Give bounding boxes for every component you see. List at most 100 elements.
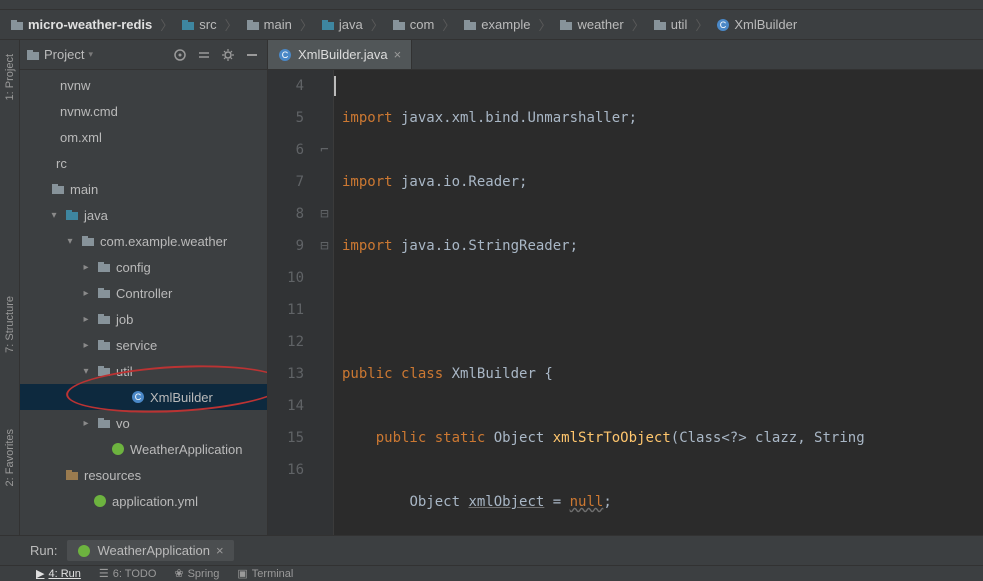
caret-icon (334, 76, 336, 96)
resources-folder-icon (64, 467, 80, 483)
expand-arrow-icon[interactable]: ▾ (64, 236, 76, 247)
chevron-right-icon: 〉 (371, 15, 384, 34)
package-icon (653, 18, 667, 32)
chevron-right-icon: 〉 (300, 15, 313, 34)
expand-arrow-icon[interactable]: ▾ (48, 210, 60, 221)
target-icon[interactable] (171, 46, 189, 64)
tree-folder[interactable]: rc (20, 150, 267, 176)
expand-arrow-icon[interactable]: ▾ (80, 366, 92, 377)
expand-arrow-icon[interactable]: ▸ (80, 340, 92, 351)
breadcrumb-class[interactable]: C XmlBuilder (712, 15, 801, 34)
run-config-tab[interactable]: WeatherApplication × (67, 540, 233, 561)
left-tool-stripe: 1: Project 7: Structure 2: Favorites (0, 40, 20, 535)
editor-tab-xmlbuilder[interactable]: C XmlBuilder.java × (268, 40, 412, 69)
tree-package-util[interactable]: ▾util (20, 358, 267, 384)
tree-file[interactable]: nvnw.cmd (20, 98, 267, 124)
fold-end-icon[interactable]: ⌐ (316, 134, 333, 166)
tree-package[interactable]: ▸service (20, 332, 267, 358)
svg-text:C: C (720, 20, 727, 30)
package-icon (96, 259, 112, 275)
package-icon (96, 337, 112, 353)
chevron-right-icon: 〉 (632, 15, 645, 34)
tree-file[interactable]: om.xml (20, 124, 267, 150)
breadcrumb-project[interactable]: micro-weather-redis (6, 15, 156, 34)
chevron-right-icon: 〉 (442, 15, 455, 34)
tree-class[interactable]: WeatherApplication (20, 436, 267, 462)
editor-area: C XmlBuilder.java × 4 5 6 7 8 9 10 11 12… (268, 40, 983, 535)
tree-folder[interactable]: ▾java (20, 202, 267, 228)
close-icon[interactable]: × (394, 47, 402, 62)
package-icon (80, 233, 96, 249)
bottom-tab-spring[interactable]: ❀Spring (174, 567, 219, 580)
breadcrumb-util[interactable]: util (649, 15, 692, 34)
breadcrumb: micro-weather-redis 〉 src 〉 main 〉 java … (0, 10, 983, 40)
project-tree[interactable]: nvnw nvnw.cmd om.xml rc main ▾java ▾com.… (20, 70, 267, 535)
project-title[interactable]: Project ▾ (26, 47, 165, 62)
fold-icon[interactable]: ⊟ (316, 230, 333, 262)
terminal-icon: ▣ (237, 567, 247, 580)
fold-gutter[interactable]: ⌐ ⊟ ⊟ (316, 70, 334, 535)
spring-class-icon (110, 441, 126, 457)
bottom-tab-terminal[interactable]: ▣Terminal (237, 567, 293, 580)
close-icon[interactable]: × (216, 543, 224, 558)
svg-text:C: C (282, 50, 289, 60)
code-text[interactable]: import javax.xml.bind.Unmarshaller; impo… (334, 70, 983, 535)
chevron-right-icon: 〉 (160, 15, 173, 34)
package-icon (96, 285, 112, 301)
editor-tabs: C XmlBuilder.java × (268, 40, 983, 70)
play-icon: ▶ (36, 567, 44, 580)
expand-arrow-icon[interactable]: ▸ (80, 262, 92, 273)
tree-package[interactable]: ▸Controller (20, 280, 267, 306)
run-toolwindow-header: Run: WeatherApplication × (0, 535, 983, 565)
folder-icon (246, 18, 260, 32)
tree-file[interactable]: nvnw (20, 72, 267, 98)
tool-tab-project[interactable]: 1: Project (2, 48, 18, 106)
folder-icon (50, 181, 66, 197)
tree-file[interactable]: application.yml (20, 488, 267, 514)
breadcrumb-weather[interactable]: weather (555, 15, 627, 34)
class-icon: C (278, 48, 292, 62)
folder-icon (36, 155, 52, 171)
expand-arrow-icon[interactable]: ▸ (80, 418, 92, 429)
breadcrumb-example[interactable]: example (459, 15, 534, 34)
package-icon (392, 18, 406, 32)
code-editor[interactable]: 4 5 6 7 8 9 10 11 12 13 14 15 16 ⌐ ⊟ ⊟ (268, 70, 983, 535)
collapse-icon[interactable] (195, 46, 213, 64)
dropdown-icon: ▾ (88, 49, 93, 60)
todo-icon: ☰ (99, 567, 109, 580)
folder-icon (26, 48, 40, 62)
bottom-tab-todo[interactable]: ☰6: TODO (99, 567, 156, 580)
tree-folder[interactable]: resources (20, 462, 267, 488)
package-icon (559, 18, 573, 32)
tree-class-xmlbuilder[interactable]: CXmlBuilder (20, 384, 267, 410)
tree-package[interactable]: ▸job (20, 306, 267, 332)
expand-arrow-icon[interactable]: ▸ (80, 314, 92, 325)
line-gutter[interactable]: 4 5 6 7 8 9 10 11 12 13 14 15 16 (268, 70, 316, 535)
breadcrumb-java[interactable]: java (317, 15, 367, 34)
run-label: Run: (30, 543, 57, 558)
folder-icon (181, 18, 195, 32)
tool-tab-favorites[interactable]: 2: Favorites (2, 423, 18, 492)
chevron-right-icon: 〉 (538, 15, 551, 34)
expand-arrow-icon[interactable]: ▸ (80, 288, 92, 299)
folder-icon (10, 18, 24, 32)
tree-folder[interactable]: main (20, 176, 267, 202)
package-icon (463, 18, 477, 32)
package-icon (96, 415, 112, 431)
yaml-icon (92, 493, 108, 509)
tool-tab-structure[interactable]: 7: Structure (2, 290, 18, 359)
breadcrumb-com[interactable]: com (388, 15, 439, 34)
bottom-tab-run[interactable]: ▶4: Run (36, 567, 81, 580)
gear-icon[interactable] (219, 46, 237, 64)
breadcrumb-src[interactable]: src (177, 15, 220, 34)
chevron-right-icon: 〉 (695, 15, 708, 34)
spring-icon (77, 544, 91, 558)
tree-package[interactable]: ▸config (20, 254, 267, 280)
class-icon: C (130, 389, 146, 405)
fold-icon[interactable]: ⊟ (316, 198, 333, 230)
breadcrumb-main[interactable]: main (242, 15, 296, 34)
spring-icon: ❀ (174, 567, 183, 580)
tree-package[interactable]: ▸vo (20, 410, 267, 436)
minimize-icon[interactable] (243, 46, 261, 64)
tree-package[interactable]: ▾com.example.weather (20, 228, 267, 254)
